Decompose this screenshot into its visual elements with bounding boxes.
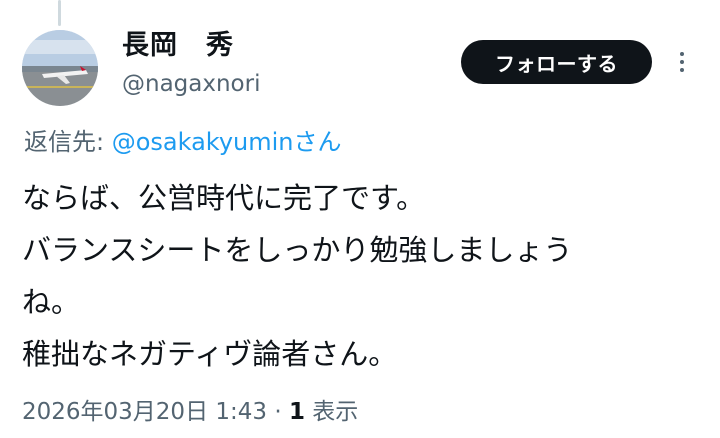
reply-to-prefix: 返信先: — [24, 128, 112, 156]
tweet-text: ならば、公営時代に完了です。 バランスシートをしっかり勉強しましょう ね。 稚拙… — [22, 172, 702, 380]
tweet-meta: 2026年03月20日 1:43 · 1 表示 — [22, 394, 358, 430]
author-block: 長岡 秀 @nagaxnori — [122, 28, 260, 100]
author-handle[interactable]: @nagaxnori — [122, 68, 260, 100]
follow-button[interactable]: フォローする — [461, 40, 652, 84]
avatar[interactable] — [22, 30, 98, 106]
reply-mention-suffix: さん — [293, 128, 342, 156]
dot — [680, 68, 684, 72]
tweet-text-line: バランスシートをしっかり勉強しましょう — [22, 233, 573, 267]
author-display-name[interactable]: 長岡 秀 — [122, 28, 260, 64]
dot — [680, 60, 684, 64]
tweet-text-line: ならば、公営時代に完了です。 — [22, 181, 426, 215]
reply-to-line: 返信先: @osakakyuminさん — [24, 124, 342, 160]
views-label: 表示 — [304, 399, 359, 425]
thread-connector-line — [58, 0, 61, 26]
dot — [680, 52, 684, 56]
avatar-airport-photo — [22, 30, 98, 106]
more-options-icon[interactable] — [668, 44, 696, 80]
views-count: 1 — [288, 399, 305, 425]
meta-separator: · — [267, 399, 289, 425]
reply-mention-handle: @osakakyumin — [111, 128, 294, 156]
tweet-timestamp[interactable]: 2026年03月20日 1:43 — [22, 399, 267, 425]
tweet-text-line: 稚拙なネガティヴ論者さん。 — [22, 337, 398, 371]
reply-mention-link[interactable]: @osakakyuminさん — [112, 128, 342, 156]
tweet-text-line: ね。 — [22, 285, 81, 319]
